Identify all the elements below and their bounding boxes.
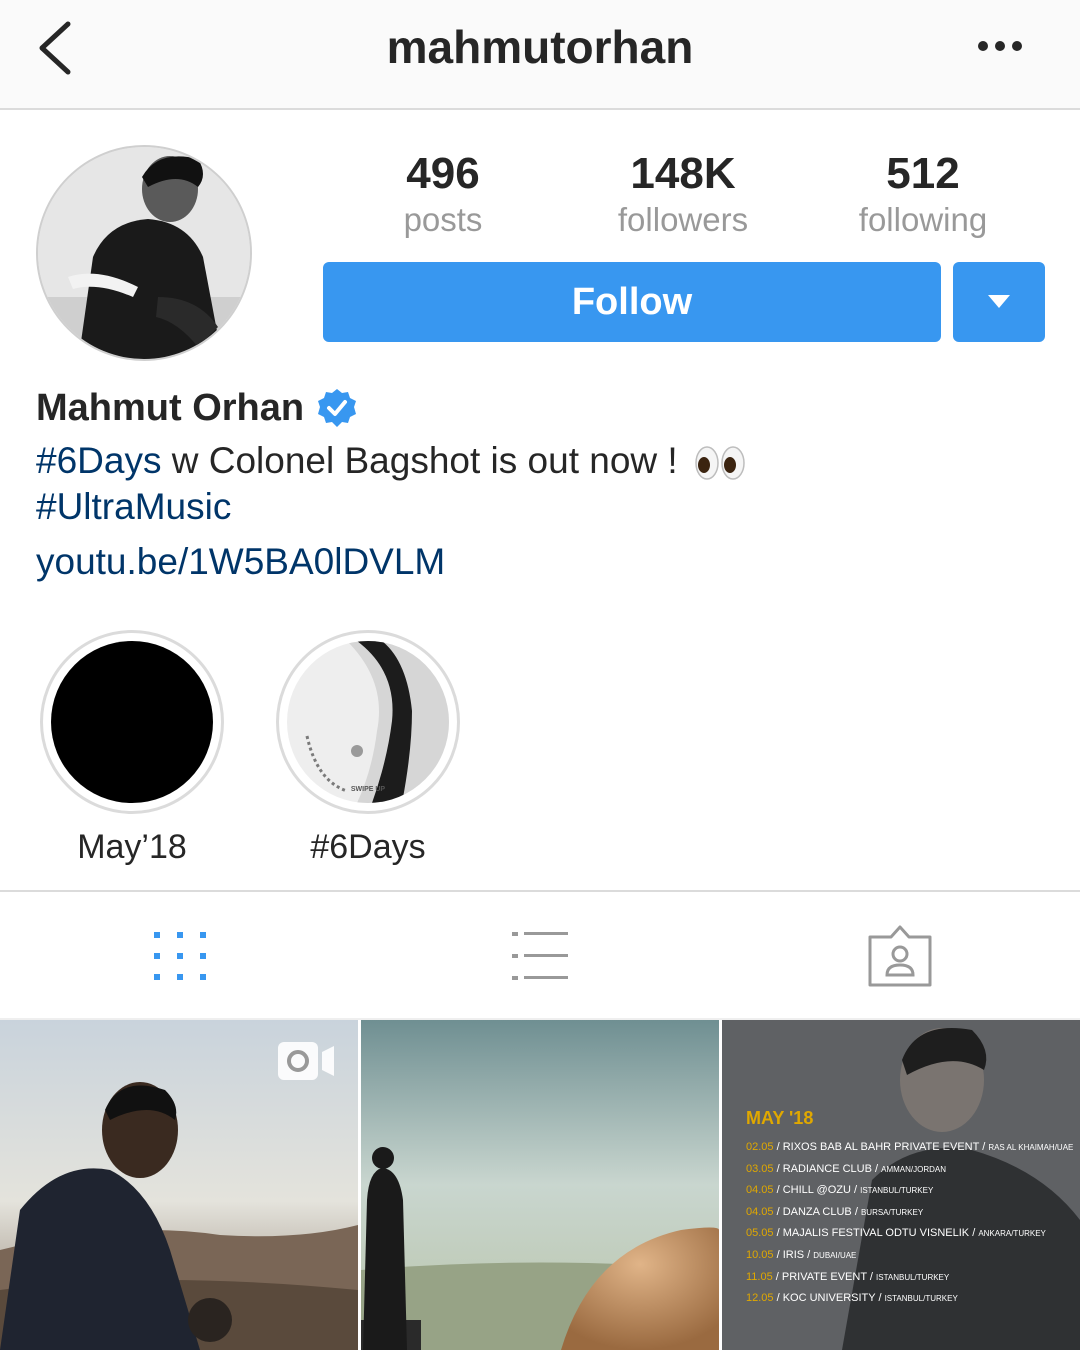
tab-list[interactable]	[500, 925, 580, 995]
highlight-ring: SWIPE UP	[276, 630, 460, 814]
post-thumbnail[interactable]	[361, 1020, 719, 1350]
tour-date: 03.05	[746, 1162, 774, 1175]
tour-location: ISTANBUL/TURKEY	[884, 1294, 958, 1304]
eyes-emoji-icon	[695, 446, 745, 480]
tab-tagged[interactable]	[860, 925, 940, 995]
hashtag-ultramusic-link[interactable]: #UltraMusic	[36, 486, 231, 528]
tour-location: DUBAI/UAE	[813, 1250, 857, 1260]
bio-text: w Colonel Bagshot is out now !	[161, 440, 688, 481]
posts-label: posts	[403, 201, 483, 238]
bio-website-link[interactable]: youtu.be/1W5BA0lDVLM	[36, 541, 445, 583]
tour-title: MAY '18	[746, 1108, 814, 1128]
tour-date-row: 12.05 / KOC UNIVERSITY / ISTANBUL/TURKEY	[746, 1288, 1073, 1310]
tour-date: 11.05	[746, 1270, 773, 1283]
verified-badge-icon	[318, 389, 357, 427]
followers-stat[interactable]: 148K followers	[573, 148, 793, 240]
tour-date: 10.05	[746, 1248, 774, 1261]
followers-count: 148K	[630, 149, 736, 198]
highlight-may18[interactable]: May’18	[40, 630, 224, 867]
tour-date-row: 02.05 / RIXOS BAB AL BAHR PRIVATE EVENT …	[746, 1137, 1073, 1159]
top-nav-bar: mahmutorhan	[0, 0, 1080, 110]
posts-count: 496	[406, 149, 480, 198]
tour-date: 12.05	[746, 1292, 774, 1305]
following-count: 512	[886, 149, 960, 198]
tab-grid[interactable]	[140, 925, 220, 995]
following-label: following	[858, 201, 988, 238]
tour-date-row: 03.05 / RADIANCE CLUB / AMMAN/JORDAN	[746, 1159, 1073, 1181]
follow-button[interactable]: Follow	[323, 262, 941, 342]
profile-full-name: Mahmut Orhan	[36, 386, 305, 429]
tour-date-row: 04.05 / DANZA CLUB / BURSA/TURKEY	[746, 1202, 1073, 1224]
tour-venue: / IRIS /	[773, 1248, 814, 1261]
posts-stat[interactable]: 496 posts	[333, 148, 553, 240]
avatar-photo	[38, 147, 250, 359]
tabs-divider	[0, 890, 1080, 892]
bio-line-1: #6Days w Colonel Bagshot is out now !	[36, 440, 746, 482]
tagged-person-icon	[868, 925, 932, 987]
hashtag-6days-link[interactable]: #6Days	[36, 440, 161, 481]
tour-location: ANKARA/TURKEY	[978, 1229, 1046, 1239]
grid-icon	[154, 932, 206, 980]
tour-date-row: 05.05 / MAJALIS FESTIVAL ODTU VISNELIK /…	[746, 1223, 1073, 1245]
video-camera-icon	[278, 1042, 334, 1080]
tour-venue: / DANZA CLUB /	[773, 1205, 861, 1218]
highlight-cover-6days: SWIPE UP	[287, 641, 449, 803]
caret-down-icon	[988, 295, 1010, 308]
highlight-6days[interactable]: SWIPE UP #6Days	[276, 630, 460, 867]
tour-dates-overlay: MAY '18 02.05 / RIXOS BAB AL BAHR PRIVAT…	[746, 1108, 1073, 1310]
highlight-cover-may18	[51, 641, 213, 803]
tour-venue: / RIXOS BAB AL BAHR PRIVATE EVENT /	[773, 1141, 989, 1153]
highlight-label: May’18	[77, 828, 187, 866]
profile-username-title: mahmutorhan	[386, 21, 694, 73]
highlight-ring	[40, 630, 224, 814]
tour-date: 02.05	[746, 1141, 774, 1153]
suggested-accounts-dropdown-button[interactable]	[953, 262, 1045, 342]
post-thumbnail-video[interactable]	[0, 1020, 358, 1350]
highlight-label: #6Days	[310, 828, 426, 866]
followers-label: followers	[617, 201, 749, 238]
tour-date: 04.05	[746, 1184, 774, 1197]
profile-avatar[interactable]	[36, 145, 252, 361]
following-stat[interactable]: 512 following	[813, 148, 1033, 240]
tour-date: 04.05	[746, 1205, 774, 1218]
tour-venue: / PRIVATE EVENT /	[772, 1270, 877, 1283]
swipe-up-text: SWIPE UP	[351, 786, 386, 793]
tour-venue: / MAJALIS FESTIVAL ODTU VISNELIK /	[773, 1227, 979, 1240]
tour-location: ISTANBUL/TURKEY	[860, 1186, 934, 1196]
post-thumbnail-tour[interactable]: MAY '18 02.05 / RIXOS BAB AL BAHR PRIVAT…	[722, 1020, 1080, 1350]
tour-venue: / CHILL @OZU /	[773, 1184, 861, 1197]
tour-location: RAS AL KHAIMAH/UAE	[988, 1143, 1074, 1152]
more-horizontal-icon	[978, 41, 1022, 51]
tour-location: ISTANBUL/TURKEY	[876, 1272, 950, 1282]
profile-name-row: Mahmut Orhan	[36, 384, 358, 432]
tour-dates-list: 02.05 / RIXOS BAB AL BAHR PRIVATE EVENT …	[746, 1137, 1073, 1310]
tour-date: 05.05	[746, 1227, 774, 1240]
tour-location: AMMAN/JORDAN	[881, 1164, 946, 1174]
tour-venue: / KOC UNIVERSITY /	[773, 1292, 885, 1305]
tour-venue: / RADIANCE CLUB /	[773, 1162, 882, 1175]
tour-date-row: 11.05 / PRIVATE EVENT / ISTANBUL/TURKEY	[746, 1267, 1073, 1289]
tour-location: BURSA/TURKEY	[860, 1207, 924, 1217]
post-image	[361, 1020, 719, 1350]
more-options-button[interactable]	[970, 28, 1030, 68]
tour-date-row: 04.05 / CHILL @OZU / ISTANBUL/TURKEY	[746, 1180, 1073, 1202]
list-icon	[512, 932, 568, 980]
tour-date-row: 10.05 / IRIS / DUBAI/UAE	[746, 1245, 1073, 1267]
